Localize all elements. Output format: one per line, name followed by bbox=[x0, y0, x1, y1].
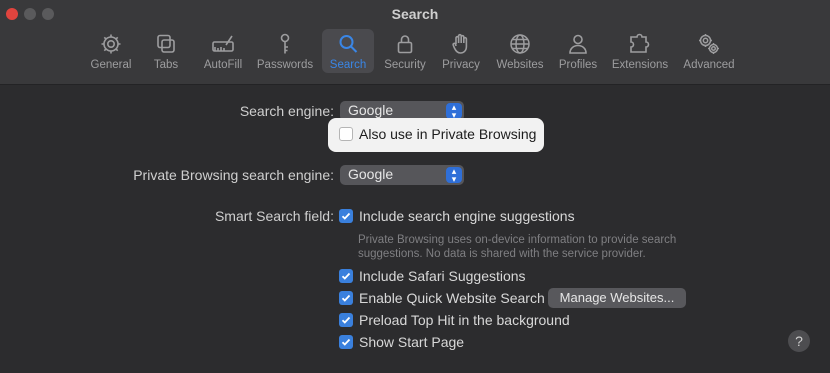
tab-label: Search bbox=[329, 59, 367, 71]
tab-general[interactable]: General bbox=[88, 29, 134, 73]
tab-passwords[interactable]: Passwords bbox=[254, 29, 316, 73]
tab-label: Passwords bbox=[256, 59, 314, 71]
manage-websites-button[interactable]: Manage Websites... bbox=[548, 288, 686, 308]
search-engine-label: Search engine: bbox=[239, 103, 334, 119]
checkmark-icon bbox=[341, 316, 351, 324]
search-engine-value: Google bbox=[348, 102, 394, 118]
tab-label: Security bbox=[384, 59, 426, 71]
tab-search[interactable]: Search bbox=[322, 29, 374, 73]
tab-advanced[interactable]: Advanced bbox=[680, 29, 738, 73]
private-engine-label: Private Browsing search engine: bbox=[133, 167, 334, 183]
hand-icon bbox=[452, 33, 468, 54]
also-private-checkbox[interactable] bbox=[339, 127, 353, 141]
tab-label: Advanced bbox=[683, 59, 735, 71]
checkmark-icon bbox=[341, 212, 351, 220]
preferences-window: Search General Tabs AutoFill Passwords S… bbox=[0, 0, 830, 373]
tab-label: Extensions bbox=[611, 59, 669, 71]
help-button[interactable]: ? bbox=[788, 330, 810, 352]
toolbar: Search General Tabs AutoFill Passwords S… bbox=[0, 0, 830, 85]
private-engine-select[interactable]: Google ▴ ▾ bbox=[340, 165, 464, 185]
lock-icon bbox=[397, 35, 413, 54]
search-icon bbox=[339, 35, 358, 53]
tab-extensions[interactable]: Extensions bbox=[608, 29, 672, 73]
include-engine-suggestions-label: Include search engine suggestions bbox=[359, 208, 575, 224]
checkmark-icon bbox=[341, 338, 351, 346]
globe-icon bbox=[510, 34, 530, 54]
private-browsing-note: Private Browsing uses on-device informat… bbox=[358, 234, 677, 260]
updown-chevron-icon: ▴ ▾ bbox=[446, 103, 462, 120]
tab-tabs[interactable]: Tabs bbox=[144, 29, 188, 73]
show-start-page-label: Show Start Page bbox=[359, 334, 465, 350]
include-safari-suggestions-label: Include Safari Suggestions bbox=[359, 268, 526, 284]
include-safari-suggestions-checkbox[interactable] bbox=[339, 269, 353, 283]
smart-search-label: Smart Search field: bbox=[214, 208, 334, 224]
tab-label: Websites bbox=[496, 59, 544, 71]
window-title: Search bbox=[391, 6, 439, 22]
gear-icon bbox=[101, 34, 121, 54]
quick-website-search-label: Enable Quick Website Search bbox=[359, 290, 545, 306]
preload-top-hit-checkbox[interactable] bbox=[339, 313, 353, 327]
tab-profiles[interactable]: Profiles bbox=[554, 29, 602, 73]
show-start-page-checkbox[interactable] bbox=[339, 335, 353, 349]
checkmark-icon bbox=[341, 294, 351, 302]
checkmark-icon bbox=[341, 272, 351, 280]
tabs-icon bbox=[157, 34, 175, 53]
puzzle-icon bbox=[630, 33, 650, 53]
also-private-label: Also use in Private Browsing bbox=[359, 126, 537, 142]
tab-label: Privacy bbox=[442, 59, 480, 71]
key-icon bbox=[280, 33, 290, 54]
tab-autofill[interactable]: AutoFill bbox=[198, 29, 248, 73]
tab-privacy[interactable]: Privacy bbox=[438, 29, 484, 73]
updown-chevron-icon: ▴ ▾ bbox=[446, 167, 462, 184]
include-engine-suggestions-checkbox[interactable] bbox=[339, 209, 353, 223]
tab-websites[interactable]: Websites bbox=[492, 29, 548, 73]
autofill-icon bbox=[212, 35, 234, 52]
tab-security[interactable]: Security bbox=[380, 29, 430, 73]
private-engine-value: Google bbox=[348, 166, 394, 182]
person-icon bbox=[569, 34, 587, 54]
preload-top-hit-label: Preload Top Hit in the background bbox=[359, 312, 570, 328]
tab-label: General bbox=[90, 59, 132, 71]
quick-website-search-checkbox[interactable] bbox=[339, 291, 353, 305]
tab-label: Profiles bbox=[558, 59, 598, 71]
tab-label: AutoFill bbox=[203, 59, 243, 71]
tab-label: Tabs bbox=[153, 59, 179, 71]
gears-icon bbox=[699, 34, 719, 54]
